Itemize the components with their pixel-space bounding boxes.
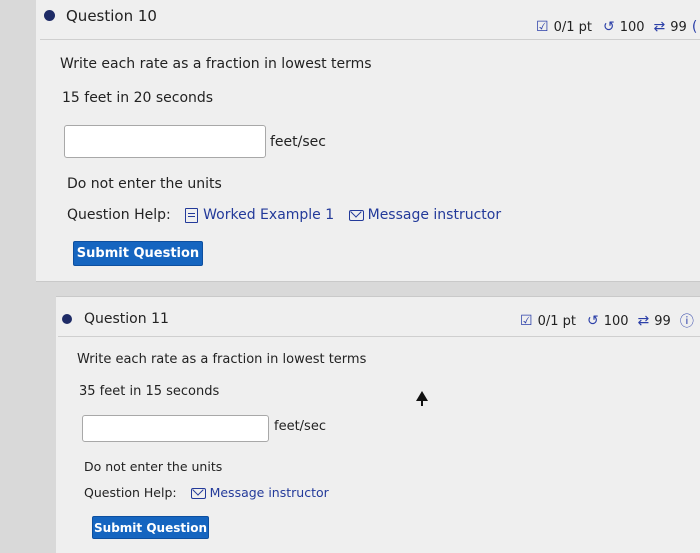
retry-icon: ⇄ xyxy=(637,313,650,329)
question-10-divider xyxy=(40,39,700,40)
help-label: Question Help: xyxy=(84,485,177,500)
undo-icon: ↺ xyxy=(586,313,599,329)
question-10-meta: ☑ 0/1 pt ↺ 100 ⇄ 99 ( xyxy=(536,19,697,35)
message-instructor-label: Message instructor xyxy=(209,485,329,500)
question-10-unit: feet/sec xyxy=(270,134,326,150)
question-10-answer-input[interactable] xyxy=(64,125,266,158)
document-icon xyxy=(185,207,199,223)
tries-count: 100 xyxy=(603,313,629,329)
mail-icon xyxy=(190,488,206,499)
mouse-cursor xyxy=(416,391,428,406)
submit-question-11-button[interactable]: Submit Question xyxy=(92,516,209,539)
checkbox-score-icon: ☑ xyxy=(536,19,549,35)
mail-icon xyxy=(348,209,364,221)
question-11-unit: feet/sec xyxy=(274,419,326,434)
help-label: Question Help: xyxy=(67,207,171,223)
checkbox-score-icon: ☑ xyxy=(520,313,533,329)
retry-icon: ⇄ xyxy=(653,19,666,35)
question-11-note: Do not enter the units xyxy=(84,459,223,474)
question-11-meta: ☑ 0/1 pt ↺ 100 ⇄ 99 ⓘ D xyxy=(520,311,700,331)
question-11-problem: 35 feet in 15 seconds xyxy=(79,384,220,399)
info-icon-partial: ( xyxy=(691,19,698,35)
score-label: 0/1 pt xyxy=(553,19,592,35)
question-10-help: Question Help: Worked Example 1 Message … xyxy=(67,207,501,223)
question-11-title: Question 11 xyxy=(84,311,169,327)
message-instructor-link[interactable]: Message instructor xyxy=(190,485,329,500)
question-11-prompt: Write each rate as a fraction in lowest … xyxy=(77,352,367,367)
undo-icon: ↺ xyxy=(602,19,615,35)
question-11-help: Question Help: Message instructor xyxy=(84,485,329,500)
question-10-title: Question 10 xyxy=(66,7,157,25)
tries-count: 100 xyxy=(619,19,645,35)
question-10-bullet xyxy=(44,10,55,21)
worked-example-link[interactable]: Worked Example 1 xyxy=(185,207,334,223)
info-icon[interactable]: ⓘ xyxy=(680,311,694,331)
question-10-problem: 15 feet in 20 seconds xyxy=(62,90,214,106)
score-label: 0/1 pt xyxy=(537,313,576,329)
worked-example-label: Worked Example 1 xyxy=(203,207,335,223)
question-11-answer-input[interactable] xyxy=(82,415,269,442)
retries-count: 99 xyxy=(670,19,687,35)
question-11-bullet xyxy=(62,314,72,324)
retries-count: 99 xyxy=(654,313,671,329)
message-instructor-link[interactable]: Message instructor xyxy=(348,207,502,223)
question-11-divider xyxy=(58,336,700,337)
question-10-prompt: Write each rate as a fraction in lowest … xyxy=(60,56,372,72)
question-10-note: Do not enter the units xyxy=(67,176,222,192)
message-instructor-label: Message instructor xyxy=(367,207,502,223)
submit-question-10-button[interactable]: Submit Question xyxy=(73,241,203,266)
